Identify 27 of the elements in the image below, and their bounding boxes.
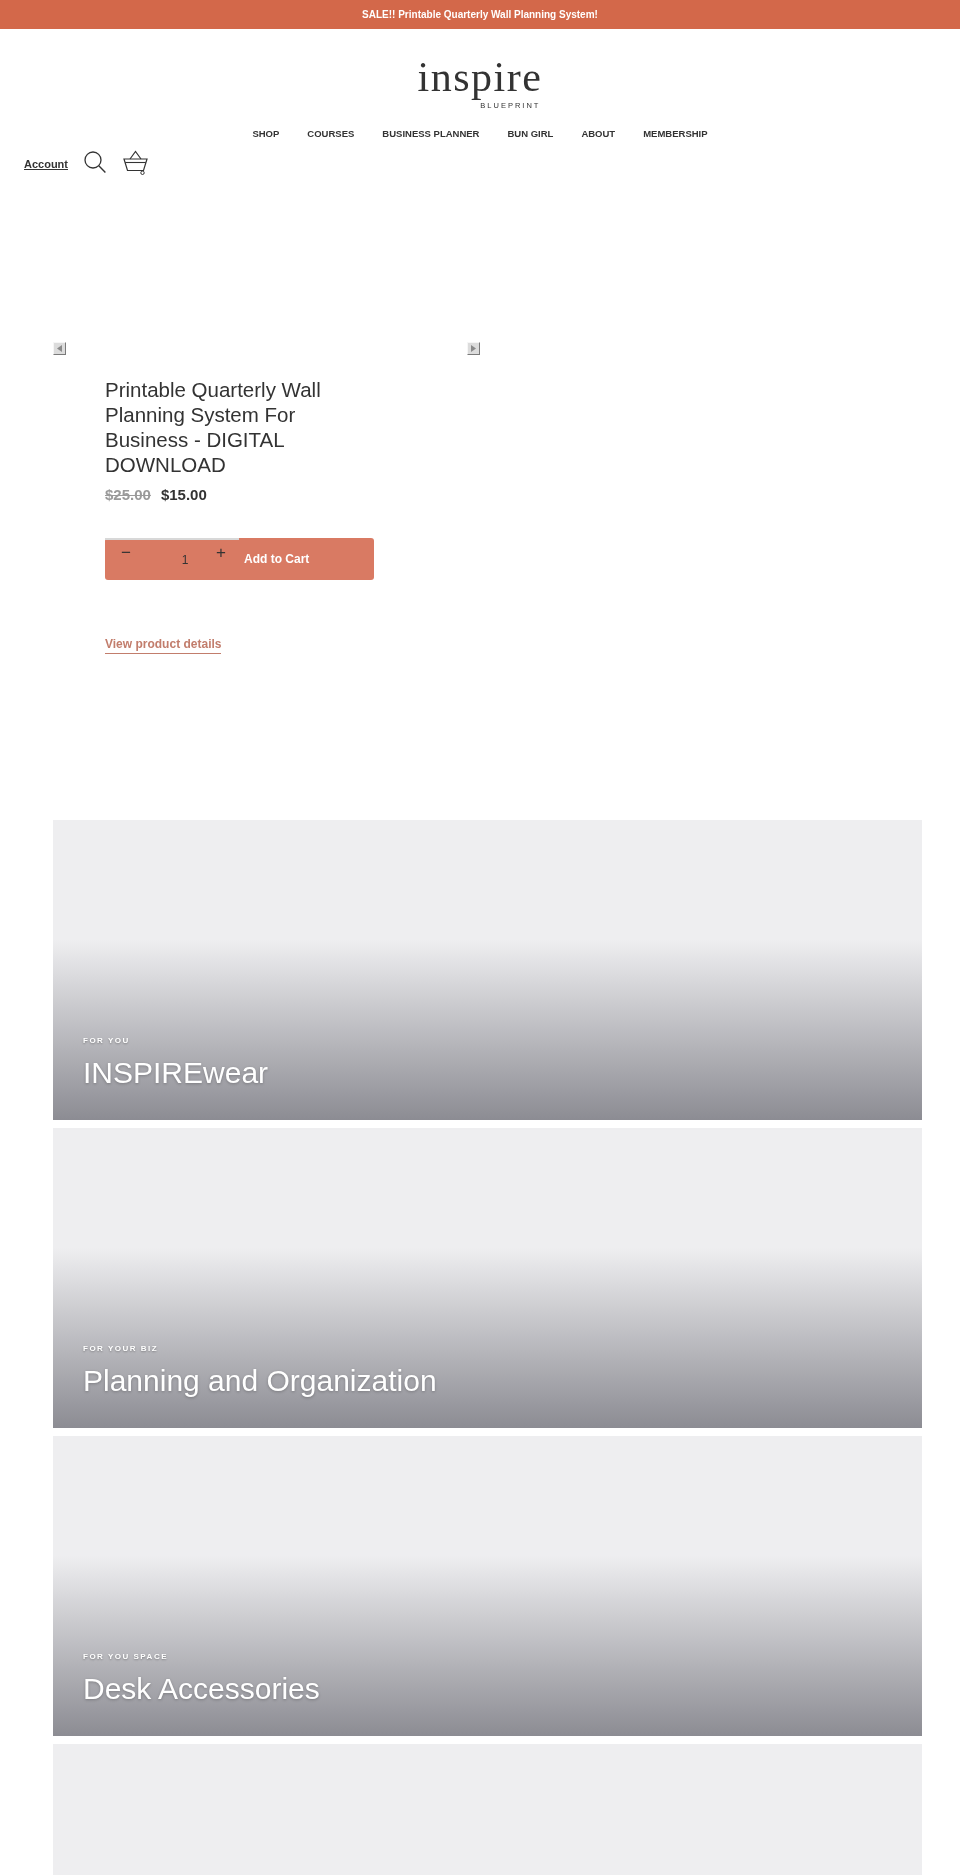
quantity-input[interactable]: 1	[157, 550, 213, 570]
announcement-text: SALE!! Printable Quarterly Wall Planning System!	[362, 8, 598, 21]
nav-link[interactable]: BUSINESS PLANNER	[382, 127, 480, 141]
nav-link[interactable]: COURSES	[307, 127, 355, 141]
basket-icon[interactable]	[123, 149, 148, 175]
caret-left-icon	[57, 345, 62, 352]
nav-link[interactable]: ABOUT	[581, 127, 616, 141]
product-title: Printable Quarterly Wall Planning System For Business - DIGITAL DOWNLOAD	[105, 377, 322, 477]
account-link[interactable]: Account	[24, 157, 68, 171]
collection-eyebrow: FOR YOUR BIZ	[83, 1344, 160, 1354]
previous-slide-button[interactable]	[53, 342, 66, 355]
collection-eyebrow: FOR YOU	[83, 1036, 131, 1046]
collection-title: Planning and Organization	[83, 1364, 438, 1398]
nav-link[interactable]: MEMBERSHIP	[643, 127, 708, 141]
compare-price: $25.00	[105, 485, 151, 505]
collection-eyebrow: FOR YOU SPACE	[83, 1652, 169, 1662]
nav-link[interactable]: BUN GIRL	[507, 127, 554, 141]
next-slide-button[interactable]	[467, 342, 480, 355]
collection-title: INSPIREwear	[83, 1056, 270, 1090]
search-icon[interactable]	[84, 151, 106, 173]
nav-link[interactable]: SHOP	[252, 127, 280, 141]
increase-quantity-button[interactable]: +	[213, 542, 229, 564]
caret-right-icon	[471, 345, 476, 352]
logo-wordmark[interactable]: inspire	[417, 53, 543, 101]
collection-title: Desk Accessories	[83, 1672, 321, 1706]
decrease-quantity-button[interactable]: −	[105, 542, 147, 564]
sale-price: $15.00	[160, 485, 207, 505]
